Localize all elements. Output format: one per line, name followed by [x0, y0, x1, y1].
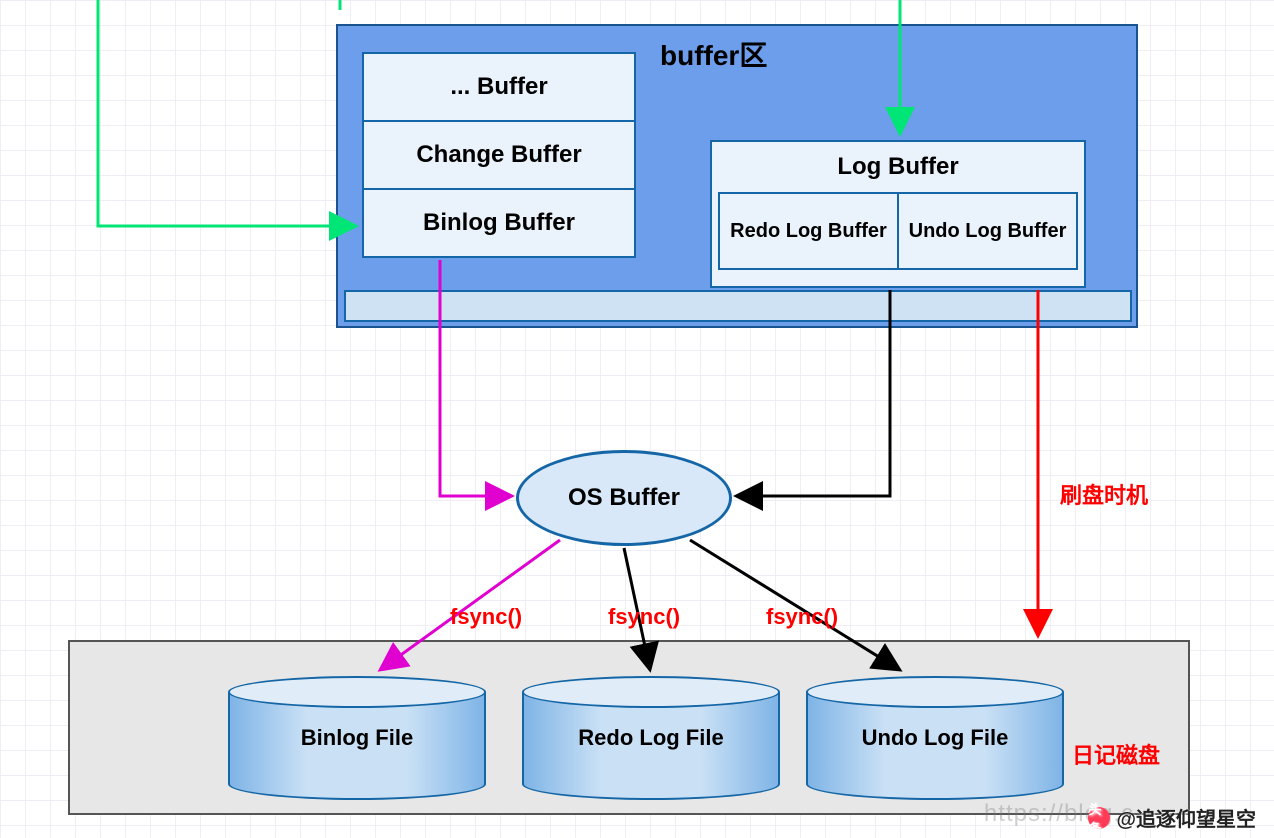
cylinder-label: Redo Log File [578, 725, 723, 751]
buffer-stack-label: Change Buffer [416, 141, 581, 169]
buffer-stack-row-change: Change Buffer [362, 120, 636, 190]
edge-label-flush-timing: 刷盘时机 [1060, 478, 1148, 510]
cylinder-top [228, 676, 486, 708]
cylinder-binlog: Binlog File [228, 676, 486, 800]
log-buffer-outer: Log Buffer Redo Log Buffer Undo Log Buff… [710, 140, 1086, 288]
log-buffer-title: Log Buffer [712, 142, 1084, 192]
cylinder-label: Binlog File [301, 725, 413, 751]
watermark-author: 头条 @追逐仰望星空 [1088, 803, 1256, 832]
cylinder-top [806, 676, 1064, 708]
log-buffer-cell-label: Undo Log Buffer [909, 219, 1067, 243]
log-buffer-cell-label: Redo Log Buffer [730, 219, 887, 243]
disk-zone-label: 日记磁盘 [1072, 738, 1160, 770]
cylinder-label: Undo Log File [862, 725, 1009, 751]
buffer-zone-inner-strip [344, 290, 1132, 322]
watermark-logo-icon: 头条 [1088, 807, 1110, 829]
log-buffer-cell-redo: Redo Log Buffer [718, 192, 899, 270]
edge-label-fsync-undo: fsync() [766, 604, 838, 630]
buffer-stack-row-binlog: Binlog Buffer [362, 188, 636, 258]
cylinder-undo: Undo Log File [806, 676, 1064, 800]
os-buffer-ellipse: OS Buffer [516, 450, 732, 546]
log-buffer-cells: Redo Log Buffer Undo Log Buffer [718, 192, 1078, 270]
buffer-stack-row-other: ... Buffer [362, 52, 636, 122]
edge-label-fsync-redo: fsync() [608, 604, 680, 630]
buffer-stack-label: Binlog Buffer [423, 209, 575, 237]
os-buffer-label: OS Buffer [568, 484, 680, 512]
buffer-zone-title: buffer区 [660, 34, 767, 74]
cylinder-redo: Redo Log File [522, 676, 780, 800]
log-buffer-cell-undo: Undo Log Buffer [897, 192, 1078, 270]
log-buffer-box: Log Buffer Redo Log Buffer Undo Log Buff… [710, 140, 1086, 288]
buffer-stack-label: ... Buffer [450, 73, 547, 101]
watermark-author-text: @追逐仰望星空 [1116, 803, 1256, 832]
cylinder-top [522, 676, 780, 708]
buffer-stack: ... Buffer Change Buffer Binlog Buffer [362, 52, 636, 258]
edge-label-fsync-binlog: fsync() [450, 604, 522, 630]
